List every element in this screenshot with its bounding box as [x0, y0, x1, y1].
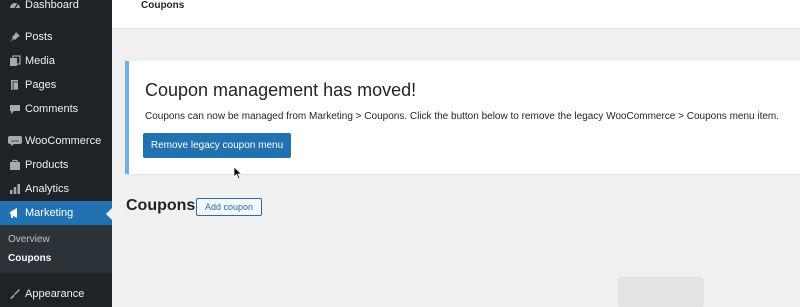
megaphone-icon	[5, 207, 25, 219]
page-header: Coupons	[112, 0, 800, 29]
sidebar-item-label: Dashboard	[25, 0, 79, 11]
sidebar-item-label: Analytics	[25, 183, 70, 195]
sidebar-item-label: Posts	[25, 31, 53, 43]
brush-icon	[5, 288, 25, 300]
dashboard-icon	[5, 0, 25, 11]
sidebar-item-label: Appearance	[25, 288, 85, 300]
sidebar-item-label: Media	[25, 55, 55, 67]
comment-icon	[5, 103, 25, 115]
sidebar-item-products[interactable]: Products	[0, 153, 112, 177]
products-icon	[5, 159, 25, 171]
sidebar-item-appearance[interactable]: Appearance	[0, 282, 112, 306]
mouse-cursor-icon	[233, 166, 243, 185]
sidebar-item-posts[interactable]: Posts	[0, 25, 112, 49]
analytics-icon	[5, 183, 25, 195]
add-coupon-button[interactable]: Add coupon	[196, 198, 262, 216]
sidebar-item-marketing[interactable]: Marketing	[0, 201, 112, 225]
sidebar-item-label: WooCommerce	[25, 135, 102, 147]
submenu-item-coupons[interactable]: Coupons	[8, 253, 51, 264]
remove-legacy-coupon-menu-button[interactable]: Remove legacy coupon menu	[143, 133, 291, 158]
sidebar-item-media[interactable]: Media	[0, 49, 112, 73]
notice-body: Coupons can now be managed from Marketin…	[145, 111, 780, 122]
sidebar-item-analytics[interactable]: Analytics	[0, 177, 112, 201]
coupon-moved-notice: Coupon management has moved! Coupons can…	[125, 61, 800, 174]
active-indicator	[106, 208, 112, 220]
submenu-item-overview[interactable]: Overview	[8, 234, 50, 245]
page-title: Coupons	[141, 0, 185, 11]
notice-heading: Coupon management has moved!	[145, 80, 417, 100]
sidebar-item-label: Products	[25, 159, 69, 171]
sidebar-item-label: Comments	[25, 103, 79, 115]
pushpin-icon	[5, 31, 25, 43]
admin-sidebar: Dashboard Posts Media Pages Comments woo…	[0, 0, 112, 307]
pages-icon	[5, 79, 25, 91]
media-icon	[5, 55, 25, 67]
placeholder-panel	[618, 277, 704, 307]
sidebar-item-woocommerce[interactable]: woo WooCommerce	[0, 129, 112, 153]
sidebar-item-label: Pages	[25, 79, 57, 91]
sidebar-item-dashboard[interactable]: Dashboard	[0, 0, 112, 17]
sidebar-item-label: Marketing	[25, 207, 74, 219]
sidebar-item-pages[interactable]: Pages	[0, 73, 112, 97]
svg-text:woo: woo	[11, 138, 19, 143]
coupons-heading: Coupons	[126, 197, 196, 214]
woocommerce-icon: woo	[5, 136, 25, 146]
sidebar-item-comments[interactable]: Comments	[0, 97, 112, 121]
marketing-submenu: Overview Coupons	[0, 225, 112, 273]
